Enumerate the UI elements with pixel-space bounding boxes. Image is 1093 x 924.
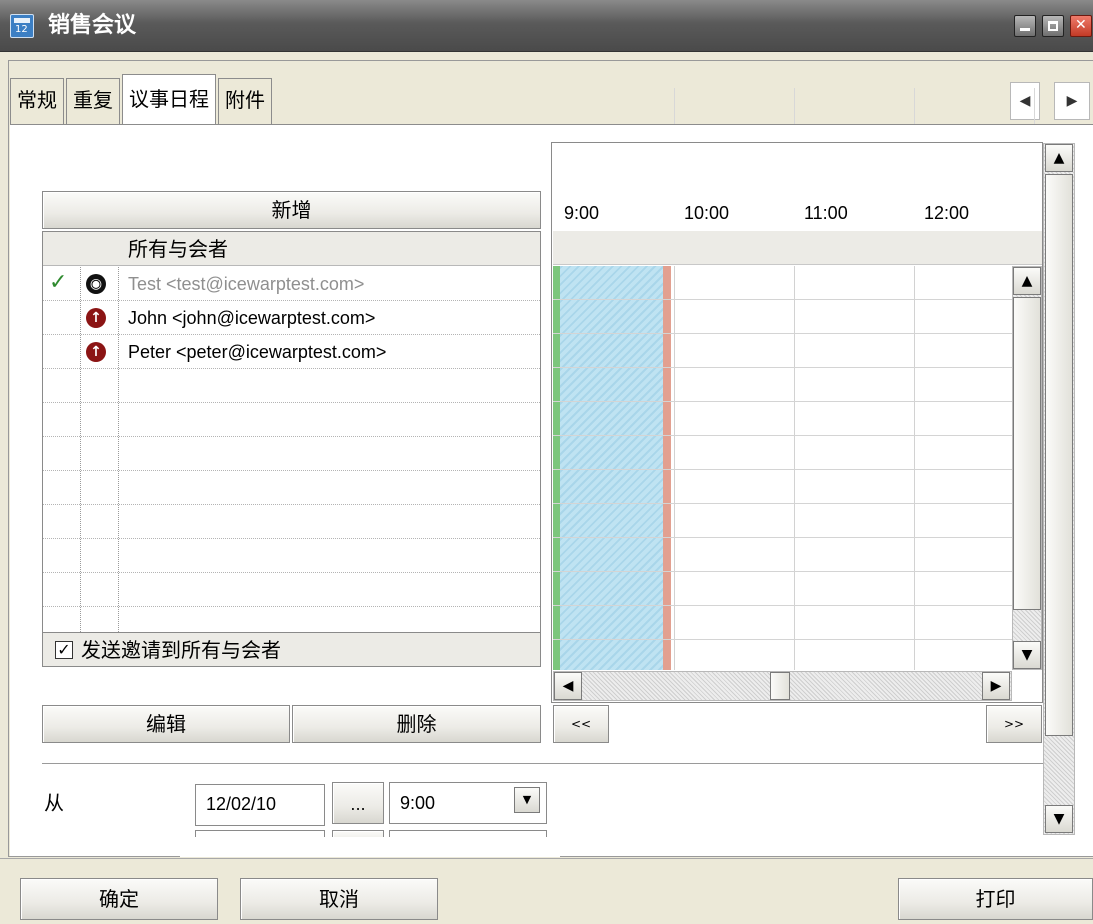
meeting-end-marker[interactable] [663, 266, 671, 670]
grid-row-divider [43, 538, 540, 539]
start-date-field[interactable]: 12/02/10 [195, 784, 325, 826]
window-title: 销售会议 [48, 13, 137, 38]
tab-attachments[interactable]: 附件 [218, 78, 272, 124]
schedule-row-line [553, 435, 1012, 436]
grid-row-divider [43, 606, 540, 607]
title-bar: 12 销售会议 [0, 0, 1093, 52]
hour-tick [1034, 88, 1035, 124]
attendee-email: Peter <peter@icewarptest.com> [128, 342, 387, 362]
schedule-row-line [553, 367, 1012, 368]
maximize-button[interactable] [1042, 15, 1064, 37]
send-invite-checkbox[interactable]: ✓ [55, 641, 73, 659]
column-header-all-attendees: 所有与会者 [128, 237, 228, 261]
tab-recurrence[interactable]: 重复 [66, 78, 120, 124]
grid-row-divider [43, 436, 540, 437]
pending-icon: ↑ [86, 308, 106, 328]
print-button[interactable]: 打印 [898, 878, 1093, 920]
scroll-thumb[interactable] [1045, 174, 1073, 736]
section-divider [42, 763, 1043, 764]
schedule-row-line [553, 639, 1012, 640]
grid-row-divider [43, 402, 540, 403]
grid-row-divider [43, 368, 540, 369]
attendee-email: Test <test@icewarptest.com> [128, 274, 365, 294]
schedule-row-line [553, 469, 1012, 470]
meeting-time-block[interactable] [555, 266, 665, 670]
schedule-grid-line [794, 266, 795, 670]
previous-period-button[interactable]: << [553, 705, 609, 743]
chevron-down-icon[interactable]: ▼ [514, 787, 540, 813]
ok-button[interactable]: 确定 [20, 878, 218, 920]
schedule-grid-line [914, 266, 915, 670]
scroll-left-button[interactable]: ◀ [554, 672, 582, 700]
grid-row-divider [43, 572, 540, 573]
calendar-icon-label: 12 [15, 24, 28, 35]
hour-tick [914, 88, 915, 124]
attendee-list-header: 所有与会者 [43, 232, 540, 266]
schedule-grid-line [674, 266, 675, 670]
scroll-thumb[interactable] [770, 672, 790, 700]
pending-icon: ↑ [86, 342, 106, 362]
hour-tick [794, 88, 795, 124]
accepted-icon: ◉ [86, 274, 106, 294]
hour-label: 9:00 [564, 203, 600, 223]
date-picker-button[interactable]: ... [332, 782, 384, 824]
hour-label: 12:00 [924, 203, 970, 223]
schedule-row-line [553, 605, 1012, 606]
scroll-thumb[interactable] [1013, 297, 1041, 610]
next-period-button[interactable]: >> [986, 705, 1042, 743]
schedule-row-line [553, 299, 1012, 300]
scroll-up-button[interactable]: ▲ [1013, 267, 1041, 295]
schedule-header-band [553, 231, 1042, 265]
hour-label: 10:00 [684, 203, 730, 223]
send-invite-bar: ✓ 发送邀请到所有与会者 [43, 632, 540, 666]
scroll-down-button[interactable]: ▼ [1013, 641, 1041, 669]
attendee-row[interactable]: ✓ ◉ Test <test@icewarptest.com> [43, 267, 540, 301]
grid-row-divider [43, 300, 540, 301]
scroll-up-button[interactable]: ▲ [1045, 144, 1073, 172]
tab-bar: 常规 重复 议事日程 附件 [10, 74, 274, 124]
scroll-right-button[interactable]: ▶ [982, 672, 1010, 700]
hour-tick [674, 88, 675, 124]
calendar-icon: 12 [10, 14, 34, 38]
checkmark-icon: ✓ [49, 270, 68, 295]
minimize-button[interactable] [1014, 15, 1036, 37]
schedule-row-line [553, 571, 1012, 572]
send-invite-label: 发送邀请到所有与会者 [81, 638, 281, 662]
tab-agenda[interactable]: 议事日程 [122, 74, 216, 124]
grid-row-divider [43, 504, 540, 505]
meeting-start-marker[interactable] [553, 266, 560, 670]
hour-label: 11:00 [804, 203, 848, 223]
schedule-row-line [553, 333, 1012, 334]
tab-scroll-right-button[interactable]: ▶ [1054, 82, 1090, 120]
schedule-row-line [553, 503, 1012, 504]
grid-row-divider [43, 470, 540, 471]
add-attendee-button[interactable]: 新增 [42, 191, 541, 229]
close-button[interactable] [1070, 15, 1092, 37]
schedule-row-line [553, 537, 1012, 538]
tab-general[interactable]: 常规 [10, 78, 64, 124]
delete-button[interactable]: 删除 [292, 705, 541, 743]
attendee-row[interactable]: ↑ John <john@icewarptest.com> [43, 301, 540, 335]
from-label: 从 [44, 791, 64, 815]
grid-row-divider [43, 334, 540, 335]
scroll-down-button[interactable]: ▼ [1045, 805, 1073, 833]
schedule-row-line [553, 401, 1012, 402]
start-time-value: 9:00 [400, 793, 436, 813]
attendee-email: John <john@icewarptest.com> [128, 308, 376, 328]
edit-button[interactable]: 编辑 [42, 705, 290, 743]
attendee-row[interactable]: ↑ Peter <peter@icewarptest.com> [43, 335, 540, 369]
cancel-button[interactable]: 取消 [240, 878, 438, 920]
attendee-list: 所有与会者 ✓ ◉ Test <test@icewarptest.com> ↑ … [42, 231, 541, 667]
tab-scroll-left-button[interactable]: ◀ [1010, 82, 1040, 120]
tab-content-clip [180, 837, 560, 857]
